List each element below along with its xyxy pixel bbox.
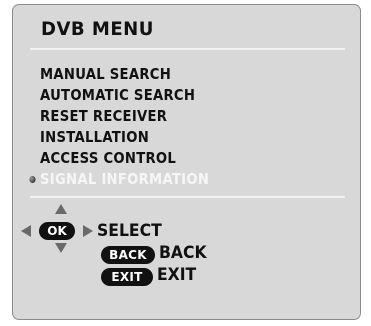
exit-key-icon: EXIT	[101, 268, 153, 286]
select-legend-label: SELECT	[97, 221, 162, 241]
menu-item-manual-search[interactable]: MANUAL SEARCH	[40, 64, 209, 85]
menu-item-label: MANUAL SEARCH	[40, 65, 172, 83]
arrow-left-icon	[21, 225, 31, 237]
back-legend-label: BACK	[159, 243, 207, 263]
back-key-icon: BACK	[101, 246, 155, 264]
menu-item-label: RESET RECEIVER	[40, 107, 168, 125]
menu-title: DVB MENU	[41, 18, 154, 40]
menu-item-installation[interactable]: INSTALLATION	[40, 127, 209, 148]
ok-key-icon: OK	[39, 222, 75, 240]
menu-list: MANUAL SEARCH AUTOMATIC SEARCH RESET REC…	[29, 64, 232, 190]
menu-item-label: AUTOMATIC SEARCH	[40, 86, 196, 104]
menu-item-access-control[interactable]: ACCESS CONTROL	[40, 148, 209, 169]
menu-item-automatic-search[interactable]: AUTOMATIC SEARCH	[40, 85, 209, 106]
arrow-right-icon	[83, 225, 93, 237]
legend-divider	[30, 196, 345, 198]
menu-item-label: ACCESS CONTROL	[40, 149, 177, 167]
dvb-menu-panel: DVB MENU MANUAL SEARCH AUTOMATIC SEARCH …	[12, 4, 361, 320]
arrow-up-icon	[55, 204, 67, 214]
menu-item-signal-information[interactable]: SIGNAL INFORMATION	[29, 169, 210, 190]
menu-item-reset-receiver[interactable]: RESET RECEIVER	[40, 106, 209, 127]
exit-legend-label: EXIT	[157, 265, 197, 285]
menu-item-label: SIGNAL INFORMATION	[40, 170, 210, 188]
title-divider	[30, 48, 345, 50]
arrow-down-icon	[55, 243, 67, 253]
menu-item-label: INSTALLATION	[40, 128, 150, 146]
bullet-icon	[29, 176, 36, 183]
